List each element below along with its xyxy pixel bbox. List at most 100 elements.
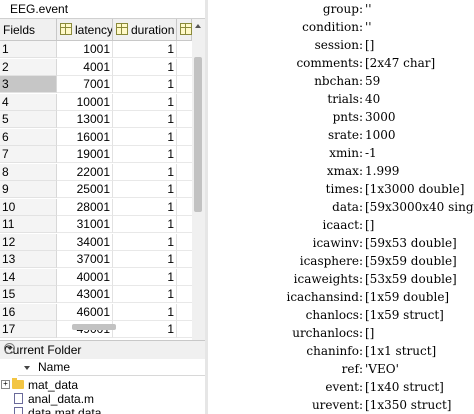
- duration-cell[interactable]: 1: [113, 181, 177, 198]
- row-number[interactable]: 1: [0, 41, 57, 58]
- duration-cell[interactable]: 1: [113, 251, 177, 268]
- row-number[interactable]: 6: [0, 128, 57, 146]
- column-header-next[interactable]: [177, 19, 192, 41]
- row-number[interactable]: 12: [0, 233, 57, 251]
- next-cell[interactable]: [177, 146, 192, 163]
- row-number[interactable]: 2: [0, 58, 57, 76]
- row-number[interactable]: 16: [0, 303, 57, 321]
- file-list-item[interactable]: + mat_data: [0, 377, 206, 392]
- table-row[interactable]: 11 31001 1: [0, 216, 192, 233]
- duration-cell[interactable]: 1: [113, 111, 177, 128]
- table-row[interactable]: 16 46001 1: [0, 303, 192, 321]
- row-number[interactable]: 13: [0, 251, 57, 268]
- latency-cell[interactable]: 43001: [57, 286, 113, 303]
- next-cell[interactable]: [177, 164, 192, 181]
- duration-cell[interactable]: 1: [113, 321, 177, 338]
- vertical-scroll-thumb[interactable]: [194, 57, 202, 212]
- next-cell[interactable]: [177, 129, 192, 146]
- latency-cell[interactable]: 25001: [57, 181, 113, 198]
- latency-cell[interactable]: 13001: [57, 111, 113, 128]
- next-cell[interactable]: [177, 59, 192, 76]
- vertical-scrollbar[interactable]: [192, 19, 204, 340]
- next-cell[interactable]: [177, 199, 192, 216]
- latency-cell[interactable]: 16001: [57, 128, 113, 146]
- panel-splitter[interactable]: [205, 0, 208, 414]
- row-number[interactable]: 15: [0, 286, 57, 303]
- latency-cell[interactable]: 28001: [57, 198, 113, 216]
- table-row[interactable]: 5 13001 1: [0, 111, 192, 128]
- table-row[interactable]: 14 40001 1: [0, 268, 192, 286]
- row-number[interactable]: 9: [0, 181, 57, 198]
- next-cell[interactable]: [177, 286, 192, 303]
- latency-cell[interactable]: 31001: [57, 216, 113, 233]
- scroll-up-arrow-icon[interactable]: [195, 24, 201, 28]
- latency-cell[interactable]: 40001: [57, 268, 113, 286]
- horizontal-scroll-thumb[interactable]: [72, 324, 116, 330]
- table-row[interactable]: 4 10001 1: [0, 93, 192, 111]
- duration-cell[interactable]: 1: [113, 128, 177, 146]
- table-row[interactable]: 6 16001 1: [0, 128, 192, 146]
- latency-cell[interactable]: 46001: [57, 303, 113, 321]
- next-cell[interactable]: [177, 304, 192, 321]
- duration-cell[interactable]: 1: [113, 41, 177, 58]
- row-number[interactable]: 11: [0, 216, 57, 233]
- table-row[interactable]: 9 25001 1: [0, 181, 192, 198]
- table-row[interactable]: 3 7001 1: [0, 76, 192, 93]
- file-list-item[interactable]: anal_data.m: [0, 391, 206, 406]
- next-cell[interactable]: [177, 234, 192, 251]
- duration-cell[interactable]: 1: [113, 163, 177, 181]
- panel-menu-icon[interactable]: [4, 343, 15, 354]
- duration-cell[interactable]: 1: [113, 233, 177, 251]
- duration-cell[interactable]: 1: [113, 286, 177, 303]
- row-number[interactable]: 4: [0, 93, 57, 111]
- row-number[interactable]: 17: [0, 321, 57, 338]
- table-row[interactable]: 12 34001 1: [0, 233, 192, 251]
- next-cell[interactable]: [177, 269, 192, 286]
- table-row[interactable]: 8 22001 1: [0, 163, 192, 181]
- row-number[interactable]: 3: [0, 76, 57, 93]
- table-row[interactable]: 15 43001 1: [0, 286, 192, 303]
- file-list-item[interactable]: data.mat.data: [0, 405, 206, 414]
- duration-cell[interactable]: 1: [113, 146, 177, 163]
- row-number[interactable]: 8: [0, 163, 57, 181]
- duration-cell[interactable]: 1: [113, 268, 177, 286]
- duration-cell[interactable]: 1: [113, 303, 177, 321]
- next-cell[interactable]: [177, 41, 192, 58]
- latency-cell[interactable]: 1001: [57, 41, 113, 58]
- latency-cell[interactable]: 34001: [57, 233, 113, 251]
- column-header-duration[interactable]: duration: [113, 19, 177, 41]
- column-header-latency[interactable]: latency: [57, 19, 113, 41]
- row-number[interactable]: 14: [0, 268, 57, 286]
- latency-cell[interactable]: 19001: [57, 146, 113, 163]
- table-row[interactable]: 7 19001 1: [0, 146, 192, 163]
- next-cell[interactable]: [177, 94, 192, 111]
- row-number[interactable]: 5: [0, 111, 57, 128]
- latency-cell[interactable]: 10001: [57, 93, 113, 111]
- table-row[interactable]: 1 1001 1: [0, 41, 192, 58]
- next-cell[interactable]: [177, 76, 192, 93]
- next-cell[interactable]: [177, 111, 192, 128]
- latency-cell[interactable]: 4001: [57, 58, 113, 76]
- table-row[interactable]: 13 37001 1: [0, 251, 192, 268]
- table-row[interactable]: 10 28001 1: [0, 198, 192, 216]
- name-column-header[interactable]: Name: [18, 359, 206, 376]
- row-number[interactable]: 10: [0, 198, 57, 216]
- struct-field-name: icasphere:: [299, 254, 363, 268]
- variable-tab[interactable]: EEG.event: [0, 0, 206, 19]
- latency-cell[interactable]: 22001: [57, 163, 113, 181]
- next-cell[interactable]: [177, 181, 192, 198]
- duration-cell[interactable]: 1: [113, 76, 177, 93]
- next-cell[interactable]: [177, 216, 192, 233]
- row-number[interactable]: 7: [0, 146, 57, 163]
- latency-cell[interactable]: 7001: [57, 76, 113, 93]
- latency-cell[interactable]: 37001: [57, 251, 113, 268]
- next-cell[interactable]: [177, 251, 192, 268]
- duration-cell[interactable]: 1: [113, 198, 177, 216]
- next-cell[interactable]: [177, 321, 192, 338]
- duration-cell[interactable]: 1: [113, 216, 177, 233]
- column-header-fields[interactable]: Fields: [0, 19, 57, 41]
- expand-icon[interactable]: +: [1, 380, 10, 389]
- duration-cell[interactable]: 1: [113, 58, 177, 76]
- duration-cell[interactable]: 1: [113, 93, 177, 111]
- table-row[interactable]: 2 4001 1: [0, 58, 192, 76]
